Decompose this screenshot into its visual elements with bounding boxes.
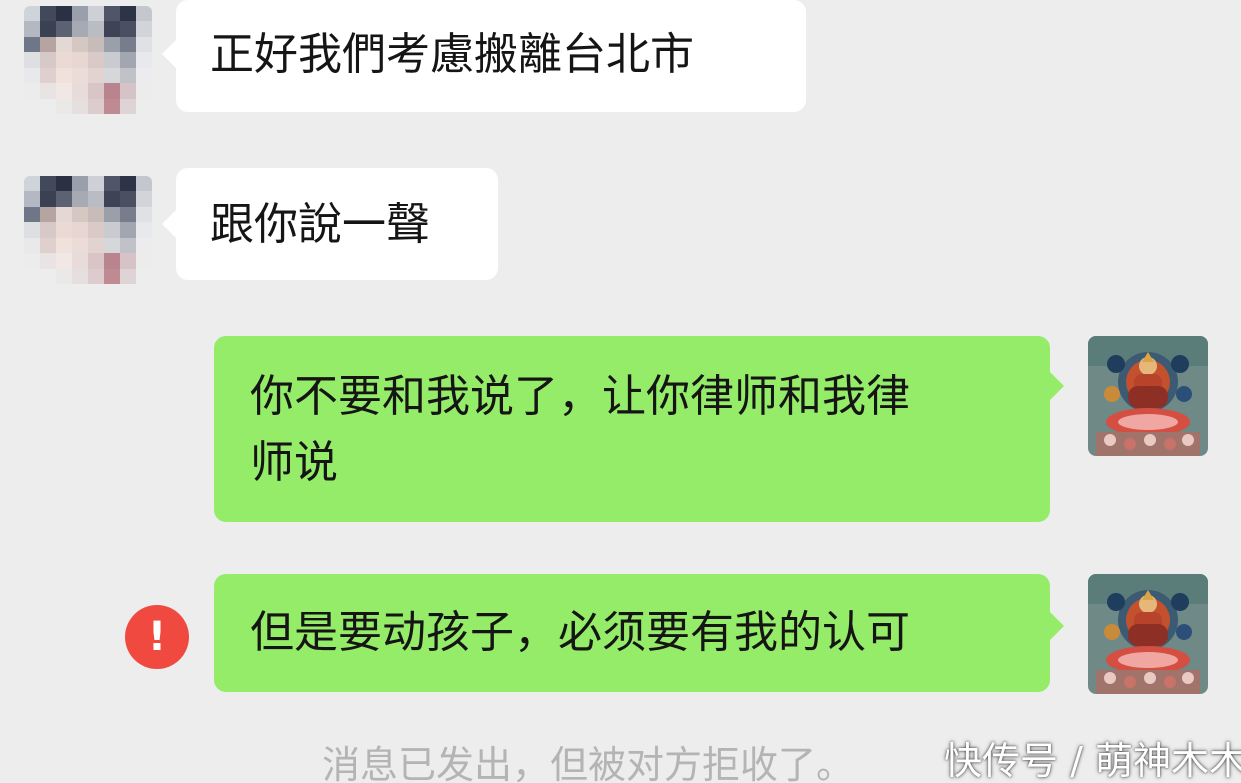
exclamation-icon[interactable]: ! [125,605,189,669]
message-text-line-1: 你不要和我说了，让你律师和我律 [250,371,910,422]
outgoing-message-bubble[interactable]: 你不要和我说了，让你律师和我律 师说 [214,336,1050,522]
contact-avatar[interactable] [24,176,152,284]
message-text: 正好我們考慮搬離台北市 [210,29,694,80]
incoming-message-bubble[interactable]: 跟你說一聲 [176,168,498,280]
user-avatar[interactable] [1088,574,1208,694]
bubble-tail [162,210,176,238]
message-text: 跟你說一聲 [210,199,430,250]
exclamation-glyph: ! [147,614,167,660]
user-avatar[interactable] [1088,336,1208,456]
chat-window: 正好我們考慮搬離台北市 跟你說一聲 你不要和我说了，让你律师和我律 师说 ! 但… [0,0,1241,783]
bubble-tail [1050,612,1064,640]
system-rejected-notice: 消息已发出，但被对方拒收了。 [322,743,855,783]
outgoing-message-bubble[interactable]: 但是要动孩子，必须要有我的认可 [214,574,1050,692]
message-text-line-2: 师说 [250,437,338,488]
bubble-tail [1050,372,1064,400]
incoming-message-bubble[interactable]: 正好我們考慮搬離台北市 [176,0,806,112]
message-text: 但是要动孩子，必须要有我的认可 [250,607,910,658]
watermark: 快传号 / 萌神木木 [944,739,1241,783]
bubble-tail [162,40,176,68]
contact-avatar[interactable] [24,6,152,114]
